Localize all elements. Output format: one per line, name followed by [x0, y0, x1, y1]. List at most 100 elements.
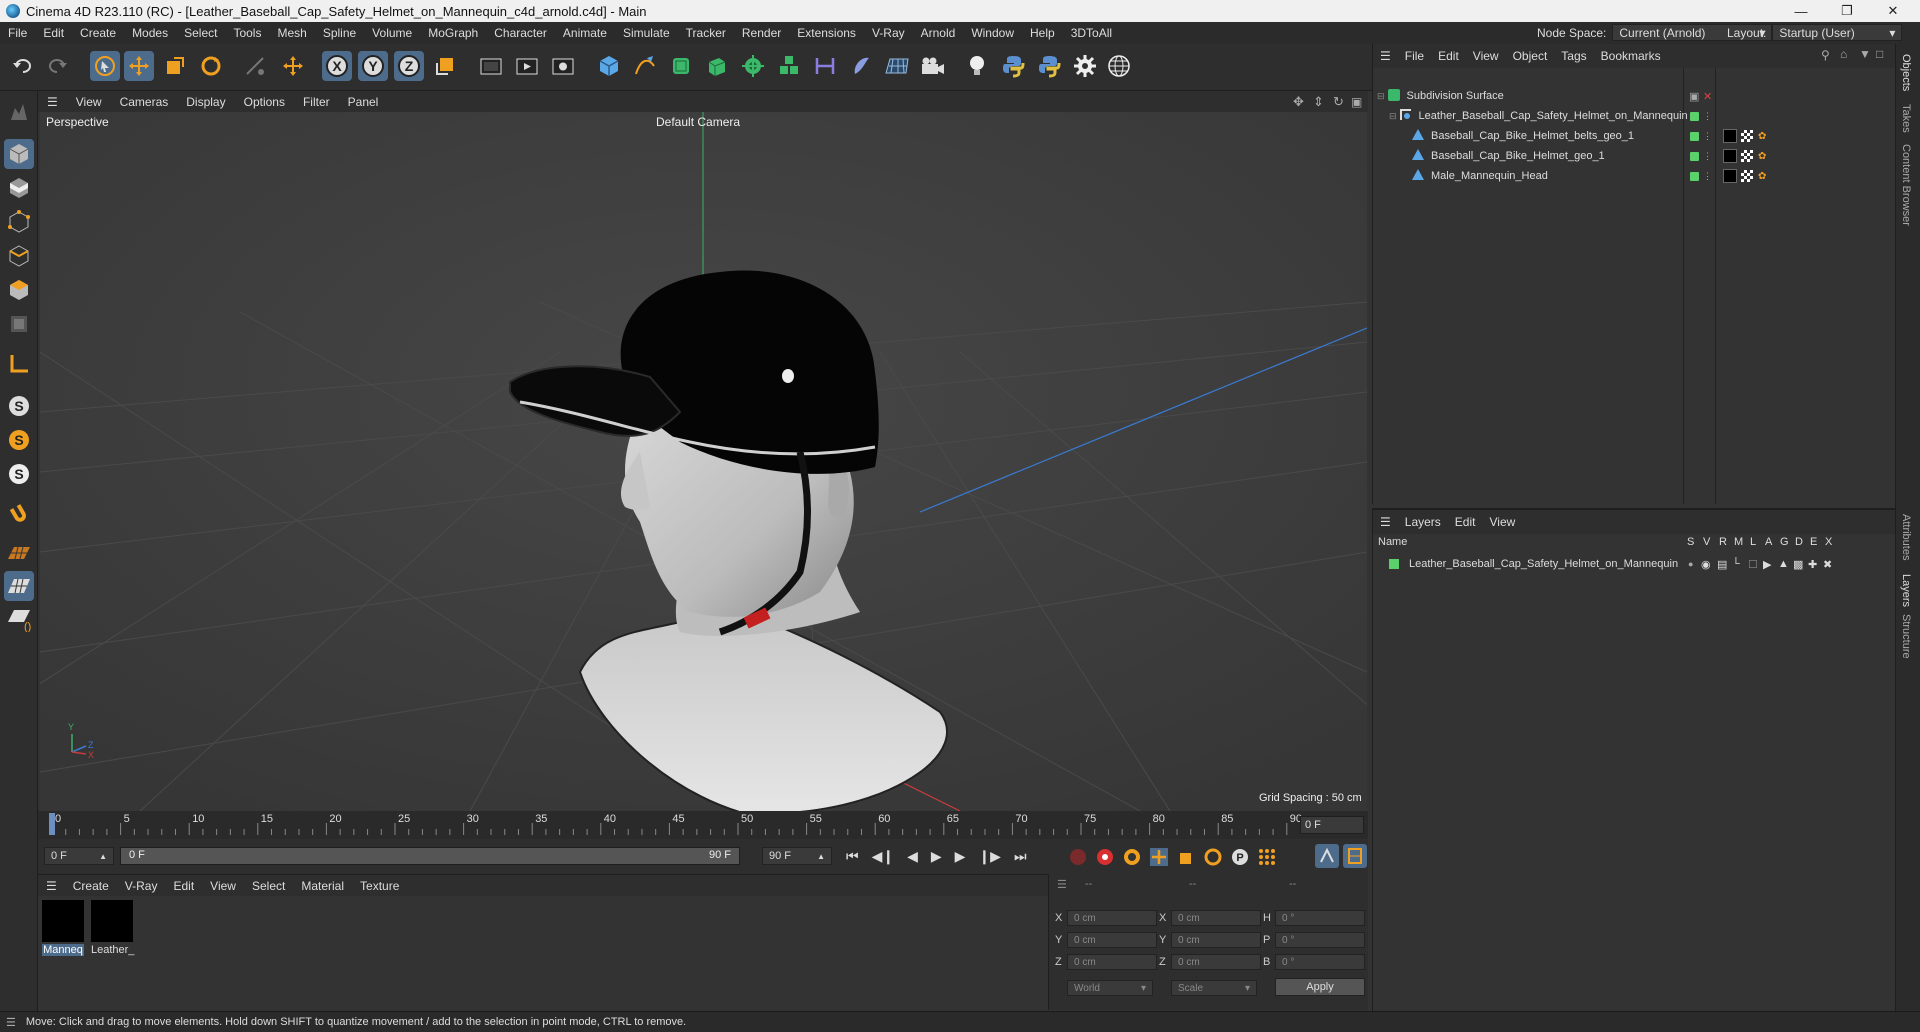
edges-mode-icon[interactable] — [4, 241, 34, 271]
search-icon[interactable]: ⚲ — [1821, 48, 1830, 62]
expand-icon[interactable]: ⊟ — [1389, 111, 1397, 122]
extrude-generator-icon[interactable] — [702, 51, 732, 81]
texture-tag-icon[interactable] — [1741, 130, 1753, 142]
polygons-mode-icon[interactable] — [4, 275, 34, 305]
redo-icon[interactable] — [42, 51, 72, 81]
hamburger-icon[interactable]: ☰ — [1373, 49, 1398, 63]
deformer-icon[interactable]: ▩ — [1793, 558, 1803, 571]
material-menu-edit[interactable]: Edit — [165, 879, 202, 893]
viewport-menu-view[interactable]: View — [67, 95, 111, 109]
end-frame-field[interactable]: 90 F ▲ — [762, 847, 832, 865]
layer-color-swatch[interactable] — [1389, 559, 1399, 569]
undo-icon[interactable] — [8, 51, 38, 81]
material-menu-select[interactable]: Select — [244, 879, 293, 893]
key-scale-icon[interactable] — [1176, 847, 1196, 867]
edit-check-icon[interactable]: ▣ — [1689, 90, 1699, 103]
menu-file[interactable]: File — [0, 26, 35, 40]
layer-color-icon[interactable] — [1690, 151, 1699, 161]
menu-window[interactable]: Window — [963, 26, 1022, 40]
cloner-icon[interactable] — [738, 51, 768, 81]
frame-range-slider[interactable]: 0 F 90 F — [120, 847, 740, 865]
go-to-start-icon[interactable]: ⏮ — [846, 848, 859, 865]
menu-arnold[interactable]: Arnold — [913, 26, 964, 40]
arnold-tag-icon[interactable]: ✿ — [1758, 131, 1766, 142]
scale-mode-dropdown[interactable]: Scale ▾ — [1171, 980, 1257, 996]
tab-takes[interactable]: Takes — [1900, 104, 1912, 133]
position-z-field[interactable]: 0 cm — [1067, 954, 1157, 970]
visibility-dots-icon[interactable]: ⋮ — [1703, 131, 1712, 142]
viewport-menu-filter[interactable]: Filter — [294, 95, 339, 109]
viewport-menu-options[interactable]: Options — [235, 95, 294, 109]
viewport-camera-name[interactable]: Default Camera — [656, 115, 740, 129]
viewport-rotate-icon[interactable]: ↻ — [1333, 94, 1344, 110]
tree-row-belts-geo[interactable]: Baseball_Cap_Bike_Helmet_belts_geo_1 ⋮ ✿ — [1373, 126, 1896, 146]
measure-icon[interactable] — [810, 51, 840, 81]
menu-help[interactable]: Help — [1022, 26, 1063, 40]
python-generator-icon[interactable] — [1034, 51, 1064, 81]
move-tool-icon[interactable] — [124, 51, 154, 81]
web-globe-icon[interactable] — [1104, 51, 1134, 81]
viewport-maximize-icon[interactable]: ▣ — [1351, 95, 1362, 109]
tab-content-browser[interactable]: Content Browser — [1900, 144, 1912, 226]
hamburger-icon[interactable]: ☰ — [1373, 515, 1398, 529]
coordinate-system-icon[interactable] — [430, 51, 460, 81]
menu-extensions[interactable]: Extensions — [789, 26, 864, 40]
world-axis-icon[interactable] — [278, 51, 308, 81]
material-menu-material[interactable]: Material — [293, 879, 352, 893]
apply-button[interactable]: Apply — [1275, 978, 1365, 996]
scale-tool-icon[interactable] — [160, 51, 190, 81]
layer-menu-layers[interactable]: Layers — [1398, 515, 1448, 529]
size-z-field[interactable]: 0 cm — [1171, 954, 1261, 970]
menu-3dtoall[interactable]: 3DToAll — [1063, 26, 1120, 40]
locked-workplane-icon[interactable]: () — [4, 605, 34, 635]
record-disabled-icon[interactable] — [1068, 847, 1088, 867]
quantize-icon[interactable]: S — [4, 459, 34, 489]
menu-tools[interactable]: Tools — [225, 26, 269, 40]
play-icon[interactable]: ▶ — [931, 848, 942, 865]
visibility-dots-icon[interactable]: ⋮ — [1703, 111, 1712, 122]
menu-spline[interactable]: Spline — [315, 26, 364, 40]
minimize-button[interactable]: — — [1778, 0, 1824, 22]
render-clapper-icon[interactable]: ▤ — [1717, 558, 1727, 571]
size-y-field[interactable]: 0 cm — [1171, 932, 1261, 948]
rotate-tool-icon[interactable] — [196, 51, 226, 81]
magnet-tool-icon[interactable] — [4, 499, 34, 529]
light-icon[interactable] — [962, 51, 992, 81]
menu-select[interactable]: Select — [176, 26, 225, 40]
viewport-menu-display[interactable]: Display — [177, 95, 234, 109]
object-menu-file[interactable]: File — [1398, 49, 1431, 63]
rotation-h-field[interactable]: 0 ° — [1275, 910, 1365, 926]
key-parameter-icon[interactable]: P — [1230, 847, 1250, 867]
z-axis-lock-icon[interactable]: Z — [394, 51, 424, 81]
tree-row-mannequin-head[interactable]: Male_Mannequin_Head ⋮ ✿ — [1373, 166, 1896, 186]
object-menu-bookmarks[interactable]: Bookmarks — [1594, 49, 1668, 63]
current-frame-field[interactable]: 0 F — [1300, 816, 1364, 834]
tree-row-subdivision-surface[interactable]: ⊟ Subdivision Surface ▣ ✕ — [1373, 86, 1896, 106]
render-region-icon[interactable] — [476, 51, 506, 81]
prev-frame-icon[interactable]: ◀ — [907, 848, 918, 865]
maximize-button[interactable]: ❐ — [1824, 0, 1870, 22]
disabled-x-icon[interactable]: ✕ — [1703, 90, 1712, 103]
position-x-field[interactable]: 0 cm — [1067, 910, 1157, 926]
menu-mesh[interactable]: Mesh — [269, 26, 314, 40]
filter-icon[interactable]: ▼ — [1859, 47, 1871, 61]
timeline-window-icon[interactable] — [1343, 844, 1367, 868]
expression-icon[interactable]: ✚ — [1808, 558, 1817, 571]
viewport-zoom-icon[interactable]: ⇕ — [1313, 94, 1324, 110]
eye-icon[interactable]: ◉ — [1701, 558, 1711, 571]
tree-row-helmet-geo[interactable]: Baseball_Cap_Bike_Helmet_geo_1 ⋮ ✿ — [1373, 146, 1896, 166]
layer-color-icon[interactable] — [1690, 171, 1699, 181]
3d-viewport[interactable]: Y Z X Perspective Default Camera Grid Sp… — [40, 112, 1367, 811]
home-icon[interactable]: ⌂ — [1840, 47, 1847, 61]
tab-layers[interactable]: Layers — [1900, 574, 1912, 607]
python-script-icon[interactable] — [998, 51, 1028, 81]
hamburger-icon[interactable]: ☰ — [38, 879, 65, 893]
motion-mode-icon[interactable] — [1315, 844, 1339, 868]
cube-object-icon[interactable] — [594, 51, 624, 81]
tree-row-root-null[interactable]: ⊟ Leather_Baseball_Cap_Safety_Helmet_on_… — [1373, 106, 1896, 126]
uv-mode-icon[interactable] — [4, 309, 34, 339]
x-axis-lock-icon[interactable]: X — [322, 51, 352, 81]
close-button[interactable]: ✕ — [1870, 0, 1916, 22]
hamburger-icon[interactable]: ☰ — [38, 95, 67, 109]
menu-create[interactable]: Create — [72, 26, 124, 40]
